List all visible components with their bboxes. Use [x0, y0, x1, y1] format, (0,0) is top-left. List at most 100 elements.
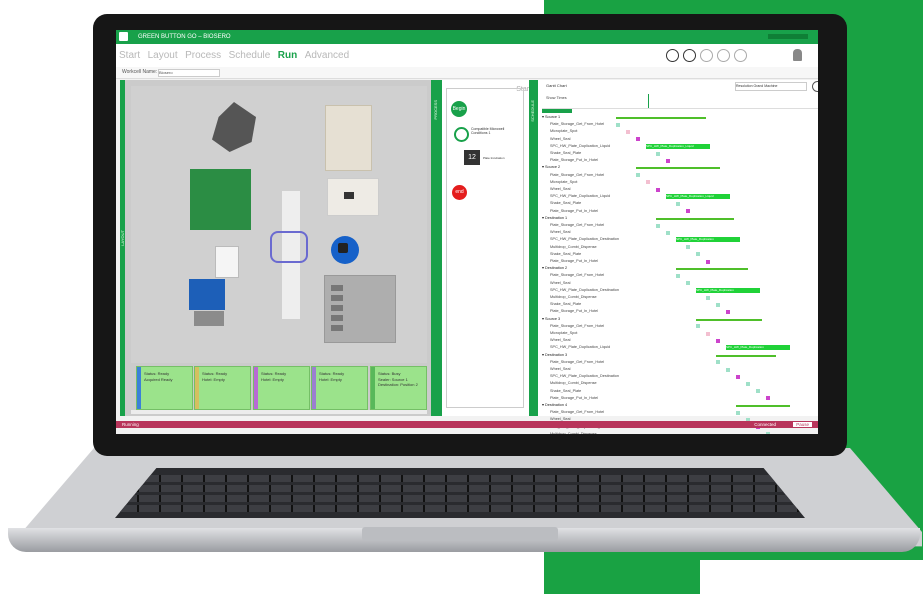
gantt-step-row[interactable]: Plate_Storage_Get_From_Hotel [542, 272, 788, 279]
gantt-step-row[interactable]: Microplate_Spot [542, 330, 788, 337]
gantt-task-marker[interactable] [716, 338, 720, 343]
gantt-task-marker[interactable] [706, 295, 710, 300]
gantt-task-marker[interactable] [616, 122, 620, 127]
menu-layout[interactable]: Layout [148, 44, 178, 67]
gantt-step-row[interactable]: Plate_Storage_Put_In_Hotel [542, 208, 788, 215]
gantt-step-row[interactable]: Plate_Storage_Put_In_Hotel [542, 308, 788, 315]
edit-icon[interactable] [812, 81, 818, 92]
window-controls[interactable] [768, 34, 808, 39]
gantt-step-row[interactable]: Plate_Storage_Get_From_Hotel [542, 323, 788, 330]
gantt-step-row[interactable]: Wheel_Seal [542, 136, 788, 143]
step-button[interactable] [700, 49, 713, 62]
gantt-step-row[interactable]: SPC_HW_Plate_Duplication_Liquid [542, 193, 788, 200]
device-card-liquid-handler[interactable]: Status: Ready Acquired Ready [136, 366, 193, 410]
gantt-step-row[interactable]: Shake_Seal_Plate [542, 200, 788, 207]
gantt-step-row[interactable]: Plate_Storage_Get_From_Hotel [542, 359, 788, 366]
gantt-task-marker[interactable] [736, 410, 740, 415]
gantt-step-row[interactable]: Wheel_Seal [542, 229, 788, 236]
blue-disc-device[interactable] [331, 236, 359, 264]
gantt-step-row[interactable]: Shake_Seal_Plate [542, 301, 788, 308]
menu-start[interactable]: Start [119, 44, 140, 67]
gantt-tab[interactable]: Gantt Chart [546, 83, 567, 88]
gantt-task-marker[interactable] [676, 273, 680, 278]
gantt-task-marker[interactable] [686, 245, 690, 250]
gantt-task-block[interactable]: SPC_HW_Plate_Duplication [676, 237, 740, 243]
gantt-task-marker[interactable] [726, 309, 730, 314]
gantt-task-marker[interactable] [656, 223, 660, 228]
device-card-incubator[interactable]: Status: Ready Hotel: Empty [253, 366, 310, 410]
gantt-task-marker[interactable] [726, 367, 730, 372]
gantt-task-marker[interactable] [686, 209, 690, 214]
gantt-step-row[interactable]: Shake_Seal_Plate [542, 150, 788, 157]
gantt-step-row[interactable]: Plate_Storage_Put_In_Hotel [542, 258, 788, 265]
gantt-step-row[interactable]: Shake_Seal_Plate [542, 251, 788, 258]
plate-reader-device[interactable] [190, 169, 251, 230]
gantt-task-marker[interactable] [766, 396, 770, 401]
gantt-task-marker[interactable] [716, 302, 720, 307]
gantt-step-row[interactable]: SPC_HW_Plate_Duplication_Destination [542, 373, 788, 380]
gantt-task-marker[interactable] [736, 374, 740, 379]
end-node[interactable]: end [452, 185, 467, 200]
gantt-task-marker[interactable] [676, 201, 680, 206]
gantt-step-row[interactable]: Multidrop_Combi_Dispense [542, 294, 788, 301]
gantt-task-marker[interactable] [746, 381, 750, 386]
gantt-step-row[interactable]: Multidrop_Combi_Dispense [542, 431, 788, 434]
gantt-task-marker[interactable] [686, 281, 690, 286]
small-liquid-device[interactable] [215, 246, 239, 278]
menu-schedule[interactable]: Schedule [229, 44, 271, 67]
gripper-stand[interactable] [194, 311, 224, 326]
gantt-task-marker[interactable] [696, 324, 700, 329]
gantt-task-marker[interactable] [636, 173, 640, 178]
gantt-step-row[interactable]: SPC_HW_Plate_Duplication_Destination [542, 236, 788, 243]
robot-gripper[interactable] [270, 231, 308, 263]
gantt-step-row[interactable]: Plate_Storage_Get_From_Hotel [542, 222, 788, 229]
gantt-step-row[interactable]: Plate_Storage_Get_From_Hotel [542, 409, 788, 416]
gantt-task-marker[interactable] [696, 252, 700, 257]
menu-process[interactable]: Process [185, 44, 221, 67]
gantt-task-marker[interactable] [716, 360, 720, 365]
resume-button[interactable] [717, 49, 730, 62]
menu-run[interactable]: Run [278, 44, 297, 67]
layout-scrollbar[interactable] [131, 410, 427, 414]
gantt-step-row[interactable]: Wheel_Seal [542, 280, 788, 287]
gantt-task-block[interactable]: SPC_HW_Plate_Duplication [726, 345, 790, 351]
gantt-step-row[interactable]: Plate_Storage_Get_From_Hotel [542, 172, 788, 179]
device-card-plate-storage[interactable]: Status: Ready Hotel: Empty [194, 366, 251, 410]
gantt-task-marker[interactable] [666, 158, 670, 163]
pause-badge[interactable]: Pause [793, 422, 812, 427]
gantt-task-marker[interactable] [656, 187, 660, 192]
dispenser-device[interactable] [189, 279, 225, 310]
gantt-step-row[interactable]: Plate_Storage_Put_In_Hotel [542, 395, 788, 402]
storage-tower-device[interactable] [325, 105, 372, 171]
gantt-task-block[interactable]: SPC_HW_Plate_Duplication_Liquid [646, 143, 710, 149]
timer-icon[interactable]: 12 [464, 150, 480, 165]
gantt-step-row[interactable]: Microplate_Spot [542, 128, 788, 135]
device-card-dispenser[interactable]: Status: Ready Hotel: Empty [311, 366, 368, 410]
gantt-step-row[interactable]: Wheel_Seal [542, 186, 788, 193]
gantt-task-marker[interactable] [666, 230, 670, 235]
gantt-task-marker[interactable] [656, 151, 660, 156]
gantt-task-marker[interactable] [706, 331, 710, 336]
gantt-step-row[interactable]: Wheel_Seal [542, 337, 788, 344]
stop-button[interactable] [666, 49, 679, 62]
gantt-step-row[interactable]: Microplate_Spot [542, 179, 788, 186]
gantt-task-block[interactable]: SPC_HW_Plate_Duplication [696, 287, 760, 293]
device-card-sealer[interactable]: Status: Busy Sealer: Source 1 Destinatio… [370, 366, 427, 410]
user-icon[interactable] [793, 49, 802, 61]
sealer-device[interactable] [327, 178, 379, 216]
gantt-task-marker[interactable] [646, 180, 650, 185]
gantt-task-marker[interactable] [636, 137, 640, 142]
resolution-dropdown[interactable]: Resolution Grand Machine [735, 82, 807, 91]
gantt-step-row[interactable]: Shake_Seal_Plate [542, 388, 788, 395]
gantt-task-marker[interactable] [626, 129, 630, 134]
gantt-task-marker[interactable] [706, 259, 710, 264]
lid-dome-device[interactable] [212, 102, 256, 152]
gantt-step-row[interactable]: Multidrop_Combi_Dispense [542, 380, 788, 387]
pause-button[interactable] [683, 49, 696, 62]
menu-advanced[interactable]: Advanced [305, 44, 349, 67]
workcell-select[interactable]: Biosero [158, 69, 220, 77]
grey-plate-rack[interactable] [324, 275, 396, 343]
reset-button[interactable] [734, 49, 747, 62]
process-step-node[interactable] [454, 127, 469, 142]
gantt-step-row[interactable]: Plate_Storage_Get_From_Hotel [542, 121, 788, 128]
